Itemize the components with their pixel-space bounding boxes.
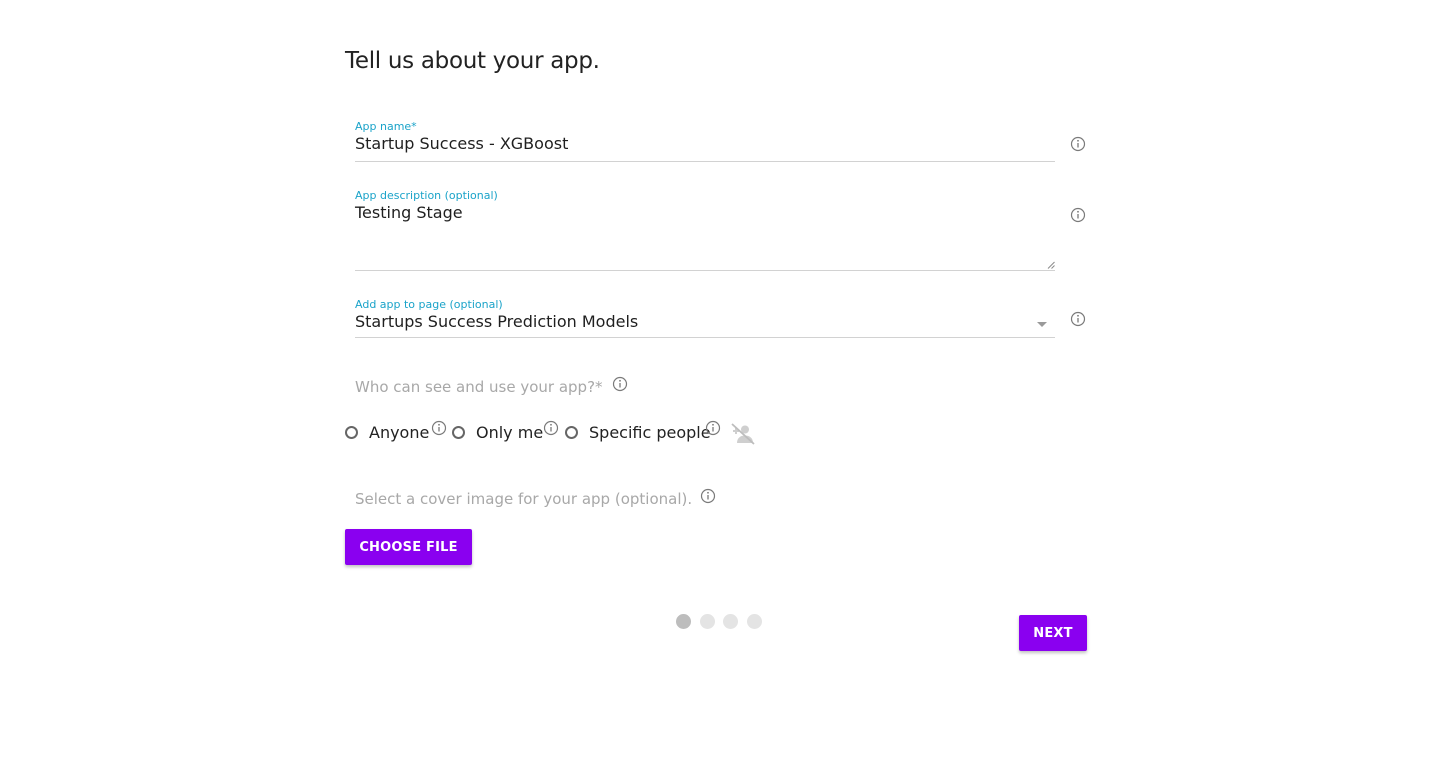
radio-only-me[interactable]: Only me (452, 420, 543, 448)
textarea-resize-handle[interactable] (1047, 261, 1055, 269)
page-title: Tell us about your app. (345, 48, 600, 74)
add-to-page-label: Add app to page (optional) (355, 298, 503, 311)
only-me-info-icon[interactable] (543, 420, 559, 436)
add-to-page-underline (355, 337, 1055, 338)
cover-image-info-icon[interactable] (700, 488, 716, 504)
step-dot-3 (723, 614, 738, 629)
radio-specific-people-label[interactable]: Specific people (589, 423, 711, 443)
add-to-page-value: Startups Success Prediction Models (355, 312, 639, 331)
app-name-label: App name* (355, 120, 417, 133)
step-dot-1 (676, 614, 691, 629)
app-name-underline (355, 161, 1055, 162)
chevron-down-icon[interactable] (1037, 322, 1047, 327)
step-dot-2 (700, 614, 715, 629)
visibility-label: Who can see and use your app?* (355, 378, 603, 396)
add-to-page-select[interactable]: Add app to page (optional) Startups Succ… (355, 298, 1055, 338)
app-description-label: App description (optional) (355, 189, 498, 202)
step-indicator (676, 614, 766, 630)
choose-file-button[interactable]: CHOOSE FILE (345, 529, 472, 565)
radio-anyone-label[interactable]: Anyone (369, 423, 429, 443)
app-description-field[interactable]: App description (optional) Testing Stage (355, 189, 1055, 271)
app-form-container: Tell us about your app. App name* Startu… (345, 0, 1087, 784)
radio-only-me-label[interactable]: Only me (476, 423, 543, 443)
visibility-radio-group: Anyone Only me Specific people (345, 420, 785, 448)
cover-image-label: Select a cover image for your app (optio… (355, 490, 693, 508)
step-dot-4 (747, 614, 762, 629)
radio-anyone-circle[interactable] (345, 426, 358, 439)
app-description-underline (355, 270, 1055, 271)
remove-person-icon[interactable] (730, 422, 756, 446)
visibility-info-icon[interactable] (612, 376, 628, 392)
radio-specific-people[interactable]: Specific people (565, 420, 711, 448)
app-name-info-icon[interactable] (1070, 136, 1086, 152)
radio-specific-people-circle[interactable] (565, 426, 578, 439)
next-button[interactable]: NEXT (1019, 615, 1087, 651)
app-description-info-icon[interactable] (1070, 207, 1086, 223)
specific-people-info-icon[interactable] (705, 420, 721, 436)
radio-only-me-circle[interactable] (452, 426, 465, 439)
app-name-input[interactable]: Startup Success - XGBoost (355, 134, 1055, 154)
app-description-textarea[interactable]: Testing Stage (355, 203, 1055, 223)
anyone-info-icon[interactable] (431, 420, 447, 436)
radio-anyone[interactable]: Anyone (345, 420, 429, 448)
add-to-page-info-icon[interactable] (1070, 311, 1086, 327)
app-name-field[interactable]: App name* Startup Success - XGBoost (355, 120, 1055, 162)
